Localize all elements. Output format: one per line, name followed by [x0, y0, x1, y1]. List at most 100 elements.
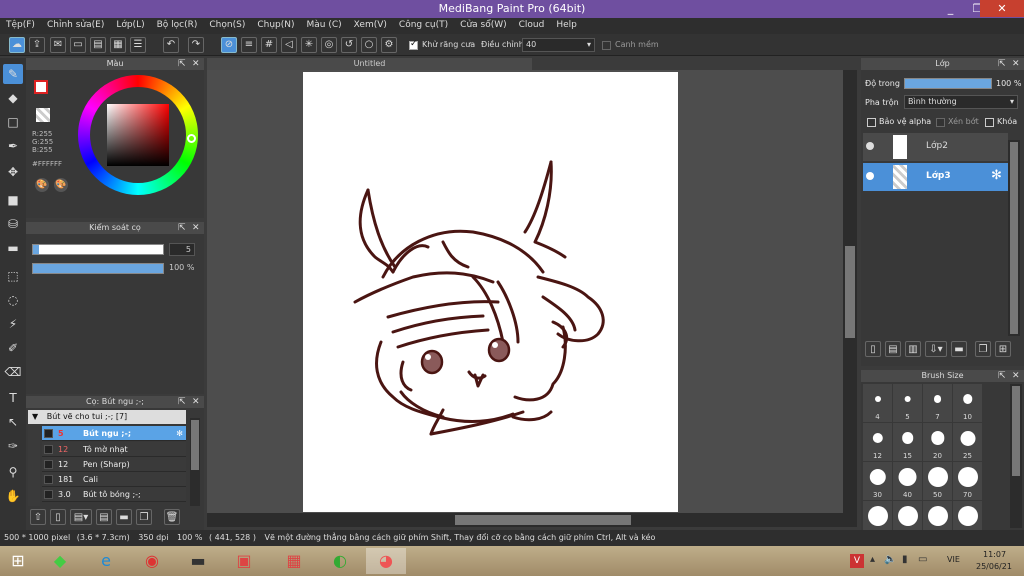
- ie-browser-icon[interactable]: e: [86, 548, 126, 574]
- gear-icon[interactable]: ✻: [176, 426, 183, 441]
- gradient-tool-icon[interactable]: ▬: [3, 238, 23, 258]
- lock-checkbox[interactable]: [985, 118, 994, 127]
- language-indicator[interactable]: VIE: [947, 555, 960, 564]
- brush-size-cell[interactable]: 4: [863, 384, 892, 422]
- operation-tool-icon[interactable]: ↖: [3, 412, 23, 432]
- snap-off-icon[interactable]: ⊘: [221, 37, 237, 53]
- layer-list-scrollbar[interactable]: [1008, 140, 1020, 336]
- duplicate-icon[interactable]: ❐: [136, 509, 152, 525]
- clip-studio-icon[interactable]: ◐: [320, 548, 360, 574]
- clip-checkbox[interactable]: [936, 118, 945, 127]
- duplicate-layer-icon[interactable]: ❐: [975, 341, 991, 357]
- copy-brush-icon[interactable]: ▤: [96, 509, 112, 525]
- layer-menu-icon[interactable]: ⇩▾: [925, 341, 947, 357]
- brush-size-cell[interactable]: 150: [893, 501, 922, 530]
- folder-icon[interactable]: ▬: [951, 341, 967, 357]
- brush-item[interactable]: 12 Pen (Sharp): [42, 457, 186, 472]
- close-button[interactable]: ✕: [980, 0, 1024, 17]
- new-halftone-layer-icon[interactable]: ▤: [885, 341, 901, 357]
- brush-size-cell[interactable]: 200: [923, 501, 952, 530]
- brush-size-cell[interactable]: 15: [893, 423, 922, 461]
- snap-perspective-icon[interactable]: ◁: [281, 37, 297, 53]
- menu-color[interactable]: Màu (C): [301, 18, 348, 32]
- close-panel-icon[interactable]: ✕: [1012, 370, 1020, 382]
- brush-size-value[interactable]: 5: [169, 243, 195, 256]
- redo-icon[interactable]: ↷: [188, 37, 204, 53]
- select-rect-tool-icon[interactable]: ⬚: [3, 266, 23, 286]
- move-tool-icon[interactable]: ✥: [3, 162, 23, 182]
- brush-size-cell[interactable]: 5: [893, 384, 922, 422]
- windows-start-icon[interactable]: ⊞: [0, 548, 36, 574]
- menu-layer[interactable]: Lớp(L): [110, 18, 150, 32]
- eye-icon[interactable]: [866, 142, 874, 150]
- trash-icon[interactable]: 🗑: [164, 509, 180, 525]
- protect-alpha-checkbox[interactable]: [867, 118, 876, 127]
- brush-size-cell[interactable]: 7: [923, 384, 952, 422]
- menu-tools[interactable]: Công cụ(T): [393, 18, 454, 32]
- menu-select[interactable]: Chọn(S): [203, 18, 251, 32]
- palette-alt-icon[interactable]: 🎨: [54, 178, 68, 192]
- volume-icon[interactable]: 🔈: [884, 554, 896, 565]
- new-brush-icon[interactable]: ▯: [50, 509, 66, 525]
- comment-icon[interactable]: ✉: [50, 37, 66, 53]
- brush-size-cell[interactable]: 25: [953, 423, 982, 461]
- close-panel-icon[interactable]: ✕: [192, 222, 200, 234]
- brush-size-cell[interactable]: 20: [923, 423, 952, 461]
- menu-cloud[interactable]: Cloud: [513, 18, 551, 32]
- brush-tool-icon[interactable]: ✎: [3, 64, 23, 84]
- menu-help[interactable]: Help: [550, 18, 583, 32]
- scrollbar-thumb[interactable]: [1012, 386, 1020, 476]
- message-icon[interactable]: ▭: [70, 37, 86, 53]
- brush-list-scrollbar[interactable]: [190, 418, 200, 506]
- tray-arrow-icon[interactable]: ▴: [870, 554, 875, 565]
- select-pen-tool-icon[interactable]: ✐: [3, 338, 23, 358]
- new-8bit-layer-icon[interactable]: ▥: [905, 341, 921, 357]
- settings-gear-icon[interactable]: ⚙: [381, 37, 397, 53]
- saturation-square[interactable]: [107, 104, 169, 166]
- snap-curve-icon[interactable]: ↺: [341, 37, 357, 53]
- canvas-horizontal-scrollbar[interactable]: [207, 513, 857, 527]
- brush-item[interactable]: 3.0 Bút tô bóng ;-;: [42, 487, 186, 502]
- brush-size-slider[interactable]: [32, 244, 164, 255]
- bucket-tool-icon[interactable]: ⛁: [3, 214, 23, 234]
- document-tab[interactable]: Untitled: [207, 58, 532, 70]
- menu-window[interactable]: Cửa sổ(W): [454, 18, 512, 32]
- brush-size-cell[interactable]: 50: [923, 462, 952, 500]
- fill-rect-tool-icon[interactable]: ■: [3, 190, 23, 210]
- hand-tool-icon[interactable]: ✋: [3, 486, 23, 506]
- hue-handle[interactable]: [187, 134, 196, 143]
- magic-wand-tool-icon[interactable]: ⚡: [3, 314, 23, 334]
- menu-file[interactable]: Tệp(F): [0, 18, 41, 32]
- dropper-tool-icon[interactable]: ⚲: [3, 462, 23, 482]
- scrollbar-thumb[interactable]: [191, 420, 199, 470]
- brush-size-cell[interactable]: 70: [953, 462, 982, 500]
- network-icon[interactable]: ▮: [902, 554, 908, 565]
- vietkey-icon[interactable]: V: [850, 554, 864, 568]
- undock-icon[interactable]: ⇱: [998, 370, 1006, 382]
- scrollbar-thumb[interactable]: [1010, 142, 1018, 334]
- brush-size-cell[interactable]: 12: [863, 423, 892, 461]
- new-layer-icon[interactable]: ▯: [865, 341, 881, 357]
- undock-icon[interactable]: ⇱: [178, 396, 186, 408]
- folder-icon[interactable]: ▬: [116, 509, 132, 525]
- lasso-tool-icon[interactable]: ◌: [3, 290, 23, 310]
- medibang-taskbar-icon[interactable]: ◕: [366, 548, 406, 574]
- upload-icon[interactable]: ⇪: [29, 37, 45, 53]
- eye-icon[interactable]: [866, 172, 874, 180]
- app-icon[interactable]: ▦: [274, 548, 314, 574]
- snap-radial-icon[interactable]: ✳: [301, 37, 317, 53]
- document-icon[interactable]: ▤: [90, 37, 106, 53]
- menu-filter[interactable]: Bộ lọc(R): [151, 18, 204, 32]
- select-eraser-tool-icon[interactable]: ⌫: [3, 362, 23, 382]
- brush-size-cell[interactable]: 10: [953, 384, 982, 422]
- brush-size-cell[interactable]: 300: [953, 501, 982, 530]
- gear-icon[interactable]: ✻: [991, 168, 1002, 183]
- chrome-icon[interactable]: ◉: [132, 548, 172, 574]
- brush-size-cell[interactable]: 40: [893, 462, 922, 500]
- brush-item[interactable]: 5 Bút ngu ;-; ✻: [42, 426, 186, 441]
- list-icon[interactable]: ☰: [130, 37, 146, 53]
- antialias-checkbox[interactable]: [409, 39, 418, 50]
- brush-size-cell[interactable]: 100: [863, 501, 892, 530]
- brush-size-scrollbar[interactable]: [1010, 384, 1022, 528]
- close-panel-icon[interactable]: ✕: [192, 58, 200, 70]
